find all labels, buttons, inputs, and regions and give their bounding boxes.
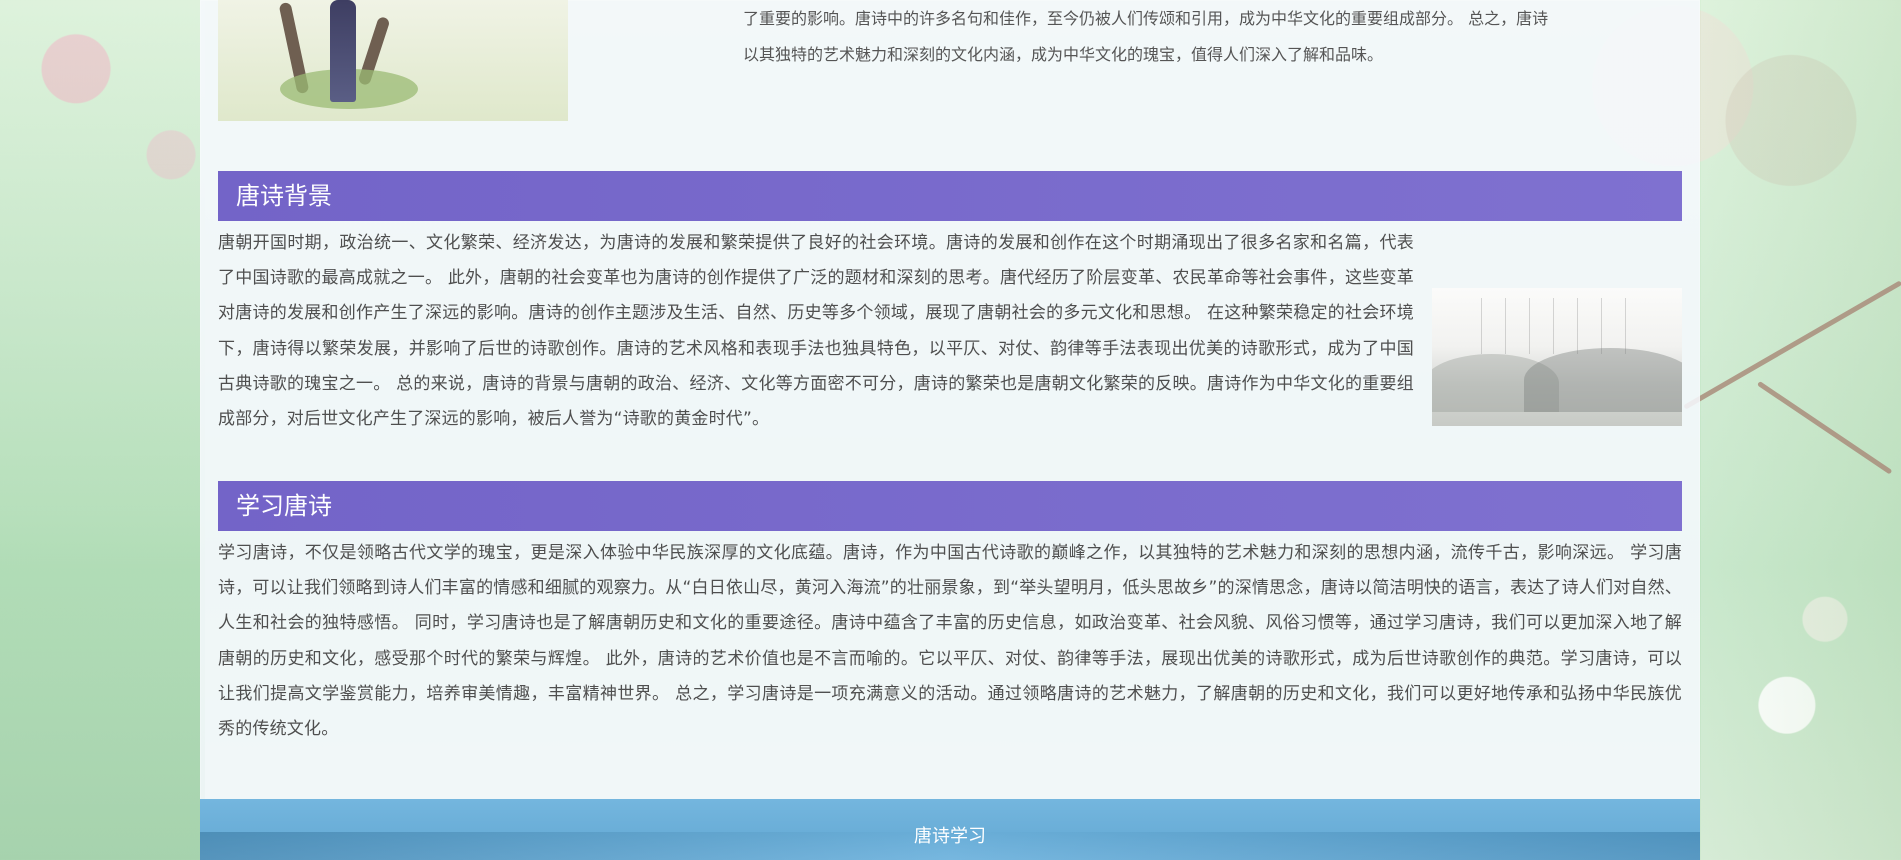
ink-landscape-painting — [1432, 288, 1682, 426]
learning-paragraph: 学习唐诗，不仅是领略古代文学的瑰宝，更是深入体验中华民族深厚的文化底蕴。唐诗，作… — [218, 543, 1682, 740]
left-background-illustration — [0, 0, 205, 860]
footer: 唐诗学习 — [200, 799, 1700, 860]
right-background-illustration — [1701, 0, 1901, 860]
poet-illustration — [218, 0, 568, 121]
poet-figure — [330, 0, 356, 102]
section-title-tang-poetry-background: 唐诗背景 — [218, 170, 1682, 221]
mountain-shape — [1524, 348, 1682, 412]
section-title-learn-tang-poetry: 学习唐诗 — [218, 480, 1682, 531]
background-paragraph: 唐朝开国时期，政治统一、文化繁荣、经济发达，为唐诗的发展和繁荣提供了良好的社会环… — [218, 233, 1414, 430]
article-content: 了重要的影响。唐诗中的许多名句和佳作，至今仍被人们传颂和引用，成为中华文化的重要… — [200, 0, 1700, 860]
intro-paragraph: 了重要的影响。唐诗中的许多名句和佳作，至今仍被人们传颂和引用，成为中华文化的重要… — [743, 9, 1549, 64]
calligraphy-inscription — [1468, 298, 1648, 354]
footer-title: 唐诗学习 — [914, 826, 986, 847]
tang-poetry-background-section: 唐朝开国时期，政治统一、文化繁荣、经济发达，为唐诗的发展和繁荣提供了良好的社会环… — [218, 226, 1682, 437]
